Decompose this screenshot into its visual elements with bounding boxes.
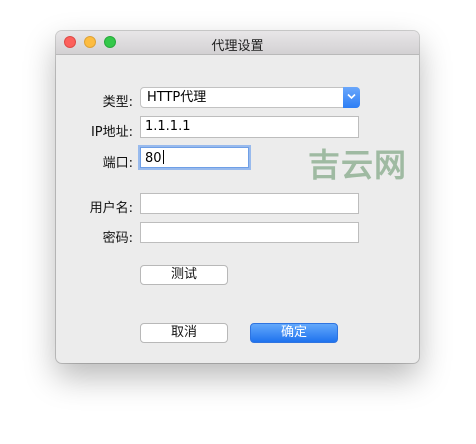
ip-address-value: 1.1.1.1 <box>145 119 191 134</box>
chevron-down-icon <box>343 87 360 108</box>
ip-address-field[interactable]: 1.1.1.1 <box>140 116 359 138</box>
text-cursor <box>162 150 164 164</box>
test-button[interactable]: 测试 <box>140 265 228 285</box>
proxy-settings-window: 代理设置 类型: HTTP代理 IP地址: 1.1.1.1 端口: 80 用户名… <box>56 31 419 363</box>
username-field[interactable] <box>140 193 359 214</box>
proxy-type-value: HTTP代理 <box>147 90 207 105</box>
title-bar: 代理设置 <box>56 31 419 55</box>
port-field[interactable]: 80 <box>140 147 249 168</box>
site-watermark: 吉云网 <box>308 146 408 184</box>
type-label: 类型: <box>102 95 133 110</box>
password-label: 密码: <box>102 231 133 246</box>
proxy-type-select[interactable]: HTTP代理 <box>140 87 360 108</box>
cancel-button[interactable]: 取消 <box>140 323 228 343</box>
port-value: 80 <box>145 151 162 166</box>
window-title: 代理设置 <box>211 39 264 54</box>
username-label: 用户名: <box>89 201 133 216</box>
ip-label: IP地址: <box>90 125 133 140</box>
port-label: 端口: <box>102 156 133 171</box>
password-field[interactable] <box>140 222 359 243</box>
ok-button[interactable]: 确定 <box>250 323 338 343</box>
